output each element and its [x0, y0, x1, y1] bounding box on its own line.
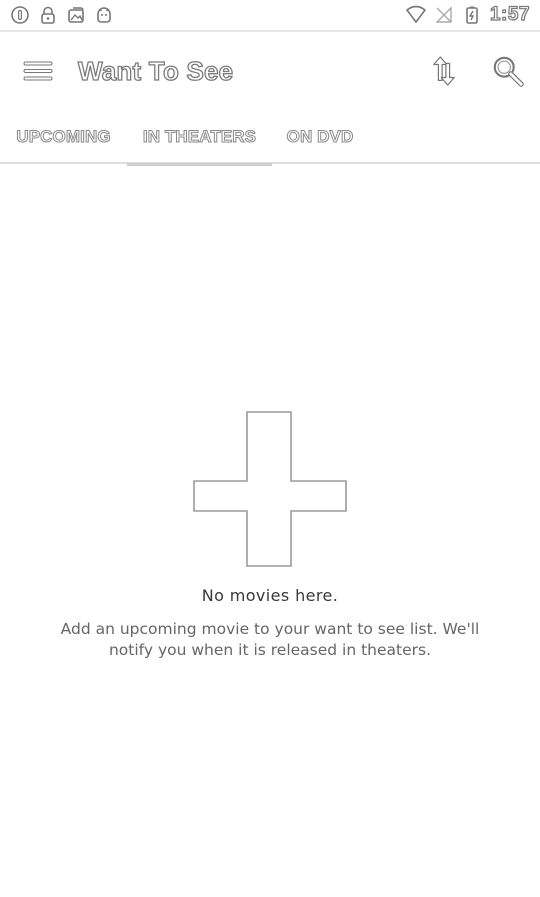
search-icon: [493, 56, 524, 87]
tab-in-theaters[interactable]: IN THEATERS: [127, 110, 272, 166]
menu-button[interactable]: [20, 53, 56, 89]
app-bar: Want To See: [0, 30, 540, 110]
battery-icon: [462, 5, 482, 25]
status-right: 1:57: [406, 3, 530, 26]
page-title: Want To See: [77, 55, 234, 86]
empty-state-description: Add an upcoming movie to your want to se…: [60, 620, 480, 659]
empty-state-title: No movies here.: [201, 586, 339, 605]
circle-info-icon: [10, 5, 30, 25]
android-icon: [94, 5, 114, 25]
sort-button[interactable]: [426, 53, 462, 89]
no-signal-icon: [434, 5, 454, 25]
plus-icon[interactable]: [192, 410, 348, 568]
sort-icon: [433, 56, 455, 86]
empty-state: No movies here. Add an upcoming movie to…: [0, 410, 540, 661]
lock-icon: [38, 5, 58, 25]
status-bar: 1:57: [0, 0, 540, 30]
status-left: [10, 5, 114, 25]
menu-icon: [23, 61, 53, 81]
wifi-icon: [406, 5, 426, 25]
tab-upcoming[interactable]: UPCOMING: [0, 110, 127, 164]
image-icon: [66, 5, 86, 25]
status-clock: 1:57: [489, 3, 530, 25]
tab-on-dvd[interactable]: ON DVD: [272, 110, 368, 164]
search-button[interactable]: [490, 53, 526, 89]
tab-bar: UPCOMING IN THEATERS ON DVD: [0, 110, 540, 166]
app-actions: [426, 53, 526, 89]
